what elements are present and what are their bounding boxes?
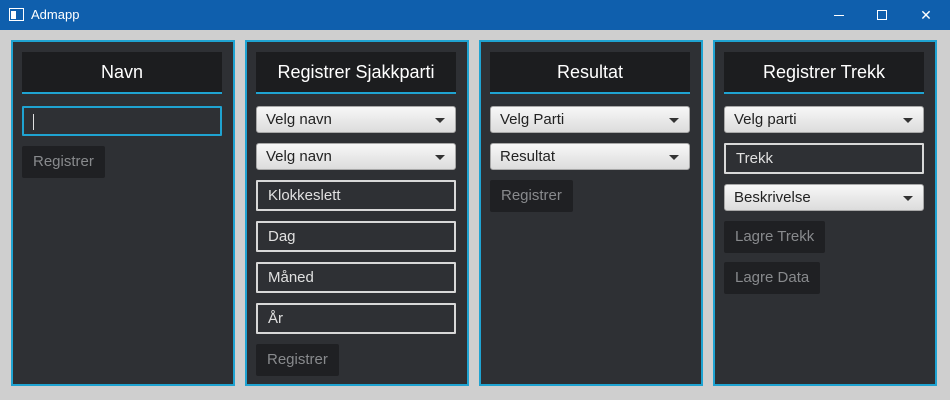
description-select-value: Beskrivelse	[734, 189, 811, 206]
panel-register-game: Registrer Sjakkparti Velg navn Velg navn…	[245, 40, 469, 386]
close-icon: ✕	[920, 6, 932, 23]
name-input[interactable]	[22, 106, 222, 136]
day-field[interactable]: Dag	[256, 221, 456, 252]
chevron-down-icon	[435, 155, 445, 160]
register-name-button[interactable]: Registrer	[22, 146, 105, 178]
player1-select[interactable]: Velg navn	[256, 106, 456, 133]
description-select[interactable]: Beskrivelse	[724, 184, 924, 211]
result-select[interactable]: Resultat	[490, 143, 690, 170]
player1-select-value: Velg navn	[266, 111, 332, 128]
minimize-icon	[834, 14, 844, 16]
window-titlebar[interactable]: Admapp ✕	[0, 0, 950, 30]
move-game-select-value: Velg parti	[734, 111, 797, 128]
panel-result-header: Resultat	[490, 52, 690, 94]
save-data-button[interactable]: Lagre Data	[724, 262, 821, 294]
window-title: Admapp	[31, 7, 80, 22]
close-button[interactable]: ✕	[904, 0, 948, 30]
game-select-value: Velg Parti	[500, 111, 565, 128]
text-cursor	[33, 114, 34, 130]
panel-register-move-header: Registrer Trekk	[724, 52, 924, 94]
maximize-button[interactable]	[860, 0, 904, 30]
chevron-down-icon	[435, 118, 445, 123]
time-field[interactable]: Klokkeslett	[256, 180, 456, 211]
minimize-button[interactable]	[817, 0, 861, 30]
chevron-down-icon	[903, 196, 913, 201]
app-icon	[9, 8, 24, 21]
result-select-value: Resultat	[500, 148, 556, 165]
panel-navn: Navn Registrer	[11, 40, 235, 386]
panel-navn-header: Navn	[22, 52, 222, 94]
year-field[interactable]: År	[256, 303, 456, 334]
chevron-down-icon	[903, 118, 913, 123]
maximize-icon	[877, 10, 887, 20]
player2-select[interactable]: Velg navn	[256, 143, 456, 170]
move-game-select[interactable]: Velg parti	[724, 106, 924, 133]
register-result-button[interactable]: Registrer	[490, 180, 573, 212]
month-field[interactable]: Måned	[256, 262, 456, 293]
move-field[interactable]: Trekk	[724, 143, 924, 174]
panel-result: Resultat Velg Parti Resultat Registrer	[479, 40, 703, 386]
game-select[interactable]: Velg Parti	[490, 106, 690, 133]
register-game-button[interactable]: Registrer	[256, 344, 339, 376]
chevron-down-icon	[669, 155, 679, 160]
player2-select-value: Velg navn	[266, 148, 332, 165]
chevron-down-icon	[669, 118, 679, 123]
panel-register-move: Registrer Trekk Velg parti Trekk Beskriv…	[713, 40, 937, 386]
panel-register-game-header: Registrer Sjakkparti	[256, 52, 456, 94]
save-move-button[interactable]: Lagre Trekk	[724, 221, 826, 253]
